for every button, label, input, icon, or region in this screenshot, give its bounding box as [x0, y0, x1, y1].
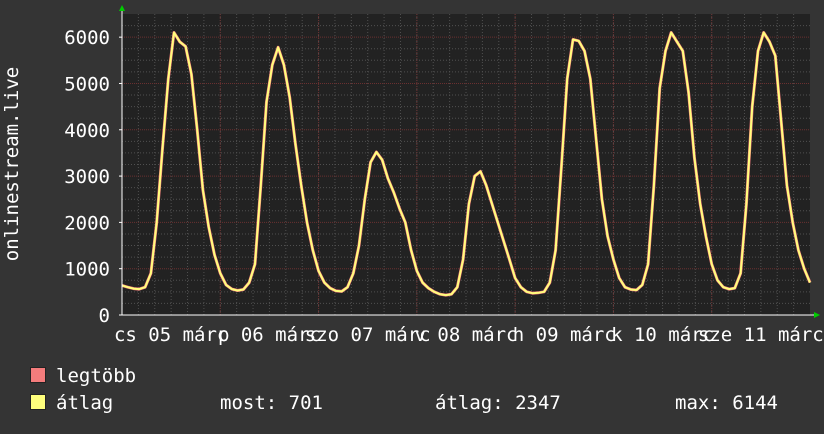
stat-now-value: 701 — [288, 392, 323, 414]
legend-swatch-max — [30, 367, 46, 383]
x-tick-label: sze 11 márc — [698, 324, 824, 346]
legend-label-avg: átlag — [56, 392, 114, 414]
stat-avg-label: átlag: — [435, 392, 504, 414]
x-tick-label: cs 05 márc — [114, 324, 228, 346]
x-tick-label: h 09 márc — [513, 324, 616, 346]
x-axis-arrow — [814, 312, 820, 318]
stat-avg-value: 2347 — [515, 392, 561, 414]
stat-avg: átlag: 2347 — [435, 392, 561, 414]
stat-max: max: 6144 — [675, 392, 778, 414]
chart-area: 0 1000 2000 3000 4000 5000 6000 cs 05 márc p 06 … — [0, 0, 824, 430]
y-tick-label: 4000 — [64, 120, 110, 142]
stat-max-label: max: — [675, 392, 721, 414]
x-tick-label: v 08 márc — [415, 324, 518, 346]
y-tick-label: 0 — [99, 305, 110, 327]
legend-item-avg: átlag — [30, 392, 113, 414]
legend-label-max: legtöbb — [56, 365, 137, 387]
stat-now-label: most: — [220, 392, 278, 414]
stat-now: most: 701 — [220, 392, 323, 414]
y-axis-arrow — [119, 5, 125, 11]
y-tick-label: 6000 — [64, 27, 110, 49]
y-axis-label: onlinestream.live — [1, 66, 23, 262]
legend-item-max: legtöbb — [30, 365, 136, 387]
y-tick-label: 3000 — [64, 166, 110, 188]
stat-max-value: 6144 — [732, 392, 778, 414]
legend-swatch-avg — [30, 394, 46, 410]
y-tick-label: 5000 — [64, 73, 110, 95]
y-tick-label: 1000 — [64, 259, 110, 281]
y-tick-label: 2000 — [64, 212, 110, 234]
x-tick-label: szo 07 márc — [305, 324, 431, 346]
